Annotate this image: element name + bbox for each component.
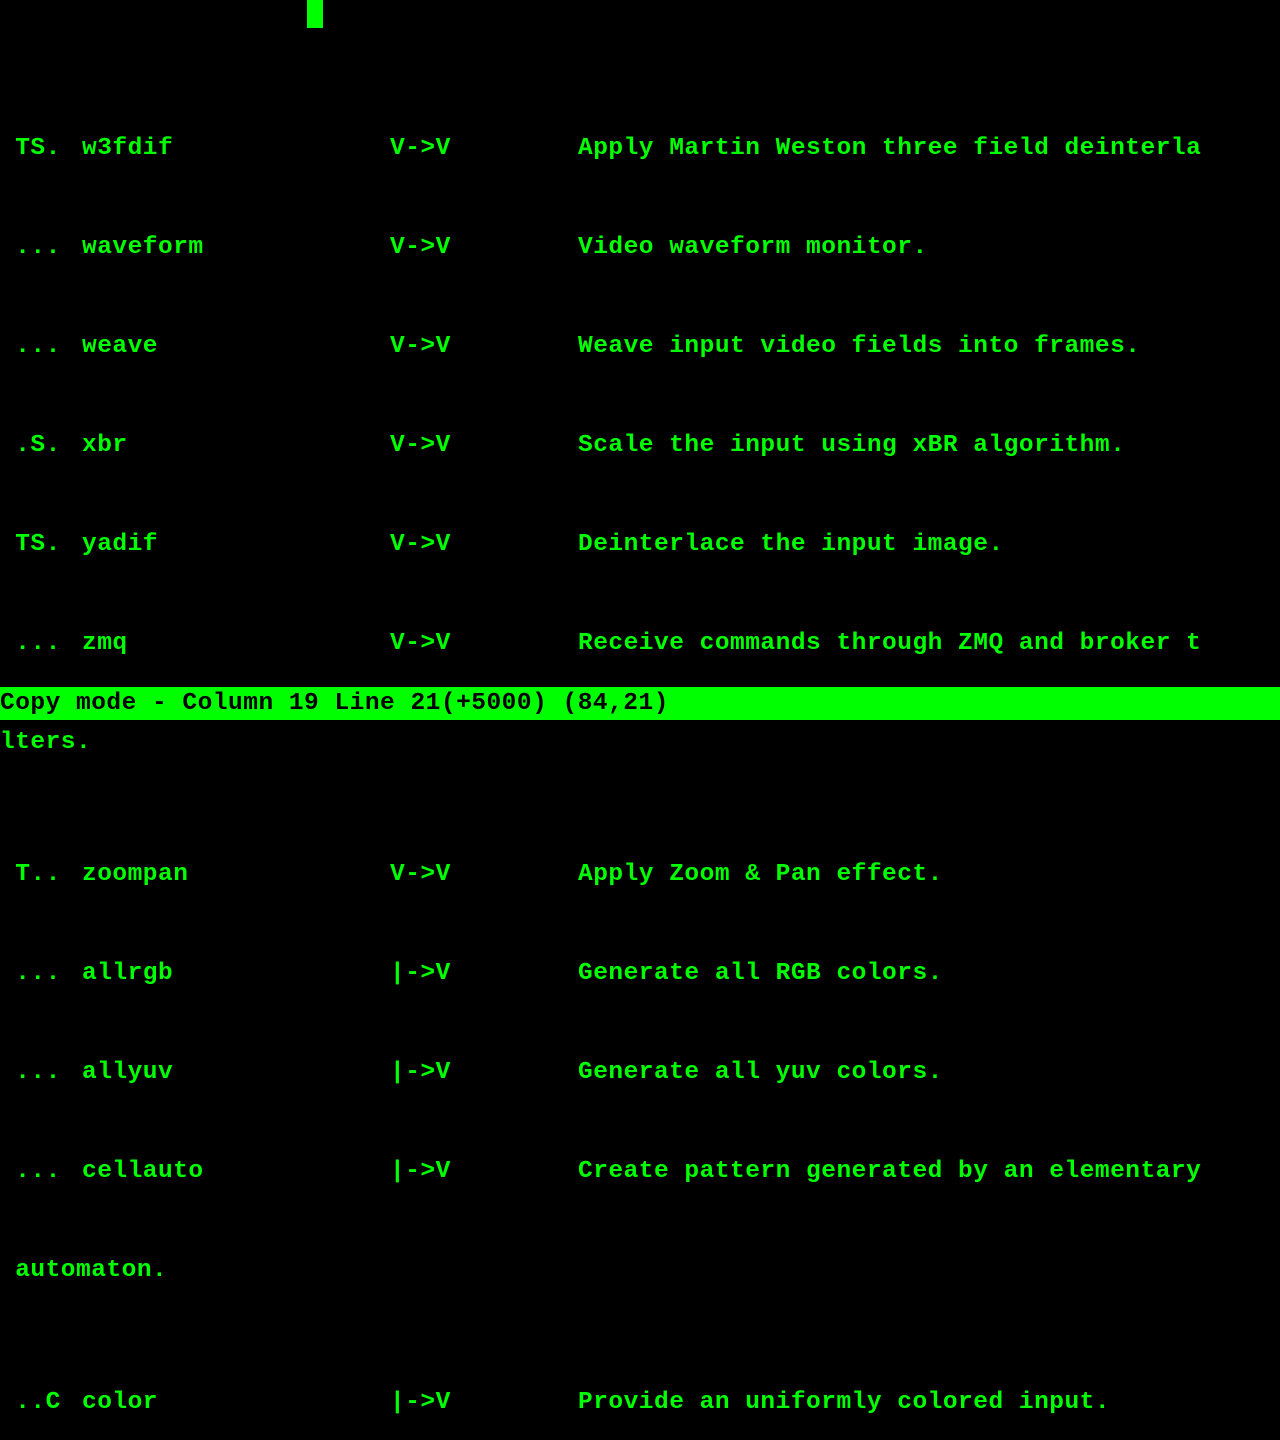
filter-row: ...weaveV->VWeave input video fields int… — [0, 330, 1201, 363]
filter-row: TS.yadifV->VDeinterlace the input image. — [0, 528, 1201, 561]
filter-row: .S.xbrV->VScale the input using xBR algo… — [0, 429, 1201, 462]
filter-row: ...allrgb|->VGenerate all RGB colors. — [0, 957, 1201, 990]
terminal-output[interactable]: TS.w3fdifV->VApply Martin Weston three f… — [0, 0, 1201, 1440]
filter-row: ...zmqV->VReceive commands through ZMQ a… — [0, 627, 1201, 660]
wrapped-line: automaton. — [0, 1254, 1201, 1287]
filter-row: TS.w3fdifV->VApply Martin Weston three f… — [0, 132, 1201, 165]
wrapped-line: lters. — [0, 726, 1201, 759]
filter-row: ...waveformV->VVideo waveform monitor. — [0, 231, 1201, 264]
filter-row: T..zoompanV->VApply Zoom & Pan effect. — [0, 858, 1201, 891]
filter-row: ..Ccolor|->VProvide an uniformly colored… — [0, 1386, 1201, 1419]
filter-row: ...cellauto|->VCreate pattern generated … — [0, 1155, 1201, 1188]
status-bar: Copy mode - Column 19 Line 21(+5000) (84… — [0, 687, 1280, 720]
filter-row: ...allyuv|->VGenerate all yuv colors. — [0, 1056, 1201, 1089]
cursor — [307, 0, 323, 28]
